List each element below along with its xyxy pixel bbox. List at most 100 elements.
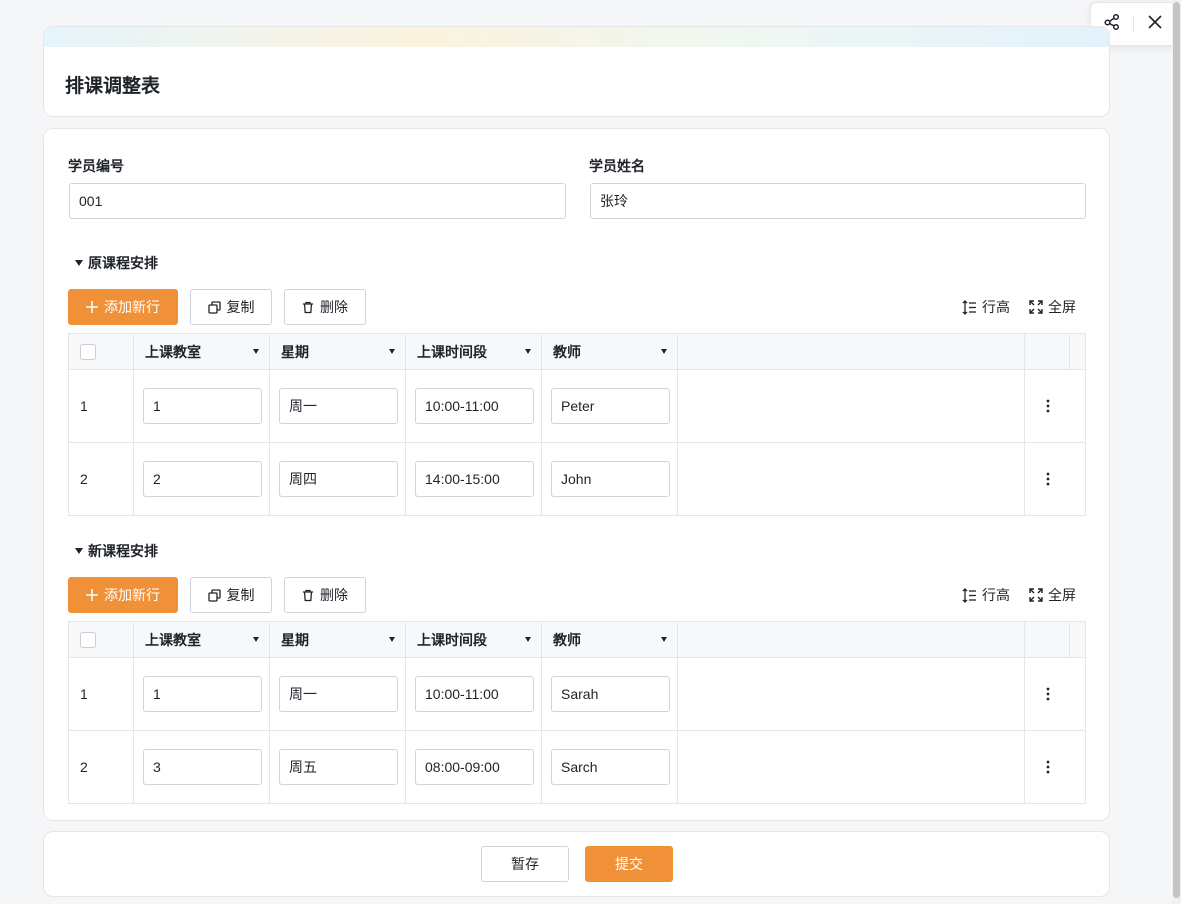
student-name-label: 学员姓名	[589, 158, 645, 174]
header-time[interactable]: 上课时间段	[406, 334, 542, 369]
copy-button[interactable]: 复制	[190, 577, 272, 613]
classroom-input[interactable]	[143, 749, 262, 785]
caret-down-icon	[661, 637, 667, 642]
row-index: 2	[69, 443, 134, 515]
fullscreen-button[interactable]: 全屏	[1029, 577, 1076, 613]
teacher-input[interactable]	[551, 676, 670, 712]
column-label: 星期	[281, 631, 309, 648]
time-input[interactable]	[415, 749, 534, 785]
weekday-input[interactable]	[279, 749, 398, 785]
weekday-input[interactable]	[279, 388, 398, 424]
column-label: 上课时间段	[417, 631, 487, 648]
teacher-input[interactable]	[551, 461, 670, 497]
save-draft-button[interactable]: 暂存	[481, 846, 569, 882]
more-vertical-icon[interactable]	[1046, 760, 1050, 774]
column-label: 上课时间段	[417, 343, 487, 360]
select-all-checkbox[interactable]	[80, 343, 96, 360]
header-select-cell	[69, 334, 134, 369]
original-schedule-section: 原课程安排 添加新行 复制 删除 行高 全屏 上课教室 星期 上课时间段 教师 …	[68, 253, 1086, 516]
weekday-input[interactable]	[279, 461, 398, 497]
delete-label: 删除	[320, 299, 348, 315]
teacher-input[interactable]	[551, 749, 670, 785]
header-weekday[interactable]: 星期	[270, 622, 406, 657]
header-teacher[interactable]: 教师	[542, 334, 678, 369]
page-scrollbar[interactable]	[1172, 0, 1181, 904]
caret-down-icon	[661, 349, 667, 354]
submit-button[interactable]: 提交	[585, 846, 673, 882]
new-schedule-section: 新课程安排 添加新行 复制 删除 行高 全屏 上课教室 星期 上课时间段 教师 …	[68, 541, 1086, 804]
new-schedule-toggle[interactable]: 新课程安排	[68, 541, 1086, 561]
header-weekday[interactable]: 星期	[270, 334, 406, 369]
trash-icon	[302, 301, 314, 314]
add-row-button[interactable]: 添加新行	[68, 577, 178, 613]
student-id-input[interactable]	[69, 183, 566, 219]
footer-actions: 暂存 提交	[43, 831, 1110, 897]
fullscreen-icon	[1029, 588, 1043, 602]
row-height-label: 行高	[982, 299, 1010, 315]
time-input[interactable]	[415, 388, 534, 424]
column-label: 教师	[553, 343, 581, 360]
scrollbar-thumb[interactable]	[1173, 2, 1180, 898]
close-icon	[1147, 14, 1163, 35]
copy-label: 复制	[226, 587, 255, 603]
header-classroom[interactable]: 上课教室	[134, 622, 270, 657]
row-height-label: 行高	[982, 587, 1010, 603]
row-height-icon	[962, 587, 977, 603]
table-toolbar: 添加新行 复制 删除 行高 全屏	[68, 289, 1086, 325]
time-input[interactable]	[415, 461, 534, 497]
header-gradient	[44, 27, 1109, 47]
classroom-input[interactable]	[143, 388, 262, 424]
row-height-button[interactable]: 行高	[962, 577, 1010, 613]
select-all-checkbox[interactable]	[80, 631, 96, 648]
original-schedule-toggle[interactable]: 原课程安排	[68, 253, 1086, 273]
add-row-label: 添加新行	[104, 587, 160, 603]
trash-icon	[302, 589, 314, 602]
copy-icon	[207, 588, 221, 602]
table-header: 上课教室 星期 上课时间段 教师	[68, 621, 1086, 658]
table-row: 1	[68, 658, 1086, 731]
caret-down-icon	[525, 637, 531, 642]
section-title: 原课程安排	[88, 255, 158, 271]
more-vertical-icon[interactable]	[1046, 472, 1050, 486]
delete-button[interactable]: 删除	[284, 289, 366, 325]
row-blank	[678, 658, 1025, 730]
header-tail	[1070, 622, 1085, 657]
fullscreen-label: 全屏	[1048, 587, 1076, 603]
table-row: 1	[68, 370, 1086, 443]
header-classroom[interactable]: 上课教室	[134, 334, 270, 369]
row-blank	[678, 370, 1025, 442]
header-teacher[interactable]: 教师	[542, 622, 678, 657]
copy-button[interactable]: 复制	[190, 289, 272, 325]
weekday-input[interactable]	[279, 676, 398, 712]
column-label: 教师	[553, 631, 581, 648]
caret-down-icon	[525, 349, 531, 354]
row-height-icon	[962, 299, 977, 315]
fullscreen-button[interactable]: 全屏	[1029, 289, 1076, 325]
classroom-input[interactable]	[143, 461, 262, 497]
delete-label: 删除	[320, 587, 348, 603]
header-time[interactable]: 上课时间段	[406, 622, 542, 657]
more-vertical-icon[interactable]	[1046, 399, 1050, 413]
section-title: 新课程安排	[88, 543, 158, 559]
caret-down-icon	[253, 637, 259, 642]
row-height-button[interactable]: 行高	[962, 289, 1010, 325]
caret-down-icon	[389, 349, 395, 354]
row-blank	[678, 731, 1025, 803]
time-input[interactable]	[415, 676, 534, 712]
add-row-label: 添加新行	[104, 299, 160, 315]
add-row-button[interactable]: 添加新行	[68, 289, 178, 325]
teacher-input[interactable]	[551, 388, 670, 424]
caret-down-icon	[75, 548, 83, 554]
column-label: 上课教室	[145, 343, 201, 360]
delete-button[interactable]: 删除	[284, 577, 366, 613]
caret-down-icon	[253, 349, 259, 354]
copy-icon	[207, 300, 221, 314]
plus-icon	[86, 589, 98, 601]
student-name-input[interactable]	[590, 183, 1086, 219]
header-actions	[1025, 622, 1070, 657]
more-vertical-icon[interactable]	[1046, 687, 1050, 701]
header-blank	[678, 622, 1025, 657]
close-button[interactable]	[1134, 2, 1176, 46]
classroom-input[interactable]	[143, 676, 262, 712]
caret-down-icon	[389, 637, 395, 642]
